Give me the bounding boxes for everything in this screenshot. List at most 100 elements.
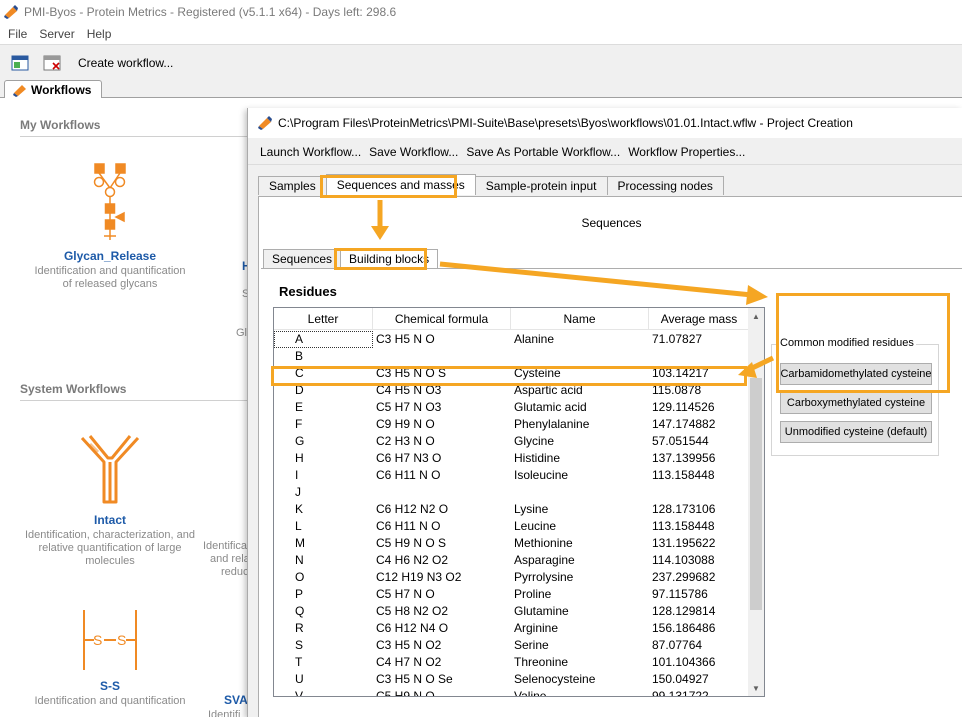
- cell-name[interactable]: Serine: [511, 637, 649, 654]
- open-project-button[interactable]: [8, 51, 32, 75]
- cell-letter[interactable]: E: [274, 399, 373, 416]
- menu-help[interactable]: Help: [87, 27, 112, 41]
- table-row[interactable]: K C6 H12 N2 O Lysine 128.173106: [274, 501, 749, 518]
- cell-name[interactable]: Isoleucine: [511, 467, 649, 484]
- cell-formula[interactable]: C4 H7 N O2: [373, 654, 511, 671]
- cell-mass[interactable]: 128.173106: [649, 501, 749, 518]
- cell-mass[interactable]: [649, 348, 749, 365]
- cell-formula[interactable]: C5 H8 N2 O2: [373, 603, 511, 620]
- cell-name[interactable]: Glutamine: [511, 603, 649, 620]
- subtab-sequences[interactable]: Sequences: [263, 249, 342, 268]
- cell-letter[interactable]: A: [274, 331, 373, 348]
- workflow-name-partial[interactable]: SVA: [224, 693, 248, 707]
- cell-mass[interactable]: 97.115786: [649, 586, 749, 603]
- cell-letter[interactable]: K: [274, 501, 373, 518]
- workflow-card-s-s[interactable]: S S S-S Identification and quantificatio…: [20, 608, 200, 708]
- cell-mass[interactable]: 147.174882: [649, 416, 749, 433]
- scroll-thumb[interactable]: [750, 378, 762, 610]
- cell-mass[interactable]: 128.129814: [649, 603, 749, 620]
- menu-server[interactable]: Server: [39, 27, 74, 41]
- cell-letter[interactable]: O: [274, 569, 373, 586]
- cell-letter[interactable]: V: [274, 688, 373, 696]
- launch-workflow-button[interactable]: Launch Workflow...: [260, 145, 361, 159]
- save-portable-workflow-button[interactable]: Save As Portable Workflow...: [466, 145, 620, 159]
- create-workflow-button[interactable]: Create workflow...: [78, 56, 173, 70]
- cell-name[interactable]: Lysine: [511, 501, 649, 518]
- cell-mass[interactable]: 137.139956: [649, 450, 749, 467]
- cell-formula[interactable]: C4 H6 N2 O2: [373, 552, 511, 569]
- cell-mass[interactable]: 87.07764: [649, 637, 749, 654]
- cell-name[interactable]: Histidine: [511, 450, 649, 467]
- cell-mass[interactable]: 129.114526: [649, 399, 749, 416]
- table-row[interactable]: R C6 H12 N4 O Arginine 156.186486: [274, 620, 749, 637]
- cell-mass[interactable]: 101.104366: [649, 654, 749, 671]
- cell-formula[interactable]: C9 H9 N O: [373, 416, 511, 433]
- cell-letter[interactable]: I: [274, 467, 373, 484]
- cell-letter[interactable]: N: [274, 552, 373, 569]
- workflow-card-intact[interactable]: Intact Identification, characterization,…: [20, 432, 200, 568]
- table-row[interactable]: A C3 H5 N O Alanine 71.07827: [274, 331, 749, 348]
- carboxymethylated-cysteine-button[interactable]: Carboxymethylated cysteine: [780, 392, 932, 414]
- table-row[interactable]: G C2 H3 N O Glycine 57.051544: [274, 433, 749, 450]
- cell-name[interactable]: Proline: [511, 586, 649, 603]
- column-header-formula[interactable]: Chemical formula: [373, 308, 511, 330]
- cell-formula[interactable]: C6 H11 N O: [373, 467, 511, 484]
- cell-formula[interactable]: C5 H9 N O: [373, 688, 511, 696]
- table-row[interactable]: B: [274, 348, 749, 365]
- cell-formula[interactable]: C5 H7 N O3: [373, 399, 511, 416]
- table-row[interactable]: F C9 H9 N O Phenylalanine 147.174882: [274, 416, 749, 433]
- cell-name[interactable]: Glycine: [511, 433, 649, 450]
- tab-workflows[interactable]: Workflows: [4, 80, 103, 99]
- cell-letter[interactable]: S: [274, 637, 373, 654]
- cell-name[interactable]: Alanine: [511, 331, 649, 348]
- cell-formula[interactable]: C3 H5 N O2: [373, 637, 511, 654]
- cell-mass[interactable]: 131.195622: [649, 535, 749, 552]
- cell-name[interactable]: Methionine: [511, 535, 649, 552]
- cell-mass[interactable]: 156.186486: [649, 620, 749, 637]
- cell-name[interactable]: Leucine: [511, 518, 649, 535]
- cell-formula[interactable]: C6 H12 N2 O: [373, 501, 511, 518]
- cell-mass[interactable]: 237.299682: [649, 569, 749, 586]
- cell-mass[interactable]: 99.131722: [649, 688, 749, 696]
- cell-name[interactable]: [511, 484, 649, 501]
- cell-name[interactable]: Selenocysteine: [511, 671, 649, 688]
- cell-name[interactable]: Glutamic acid: [511, 399, 649, 416]
- table-scrollbar[interactable]: ▲ ▼: [748, 308, 764, 696]
- cell-name[interactable]: Threonine: [511, 654, 649, 671]
- table-row[interactable]: M C5 H9 N O S Methionine 131.195622: [274, 535, 749, 552]
- table-row[interactable]: L C6 H11 N O Leucine 113.158448: [274, 518, 749, 535]
- cell-formula[interactable]: C12 H19 N3 O2: [373, 569, 511, 586]
- cell-letter[interactable]: H: [274, 450, 373, 467]
- workflow-name[interactable]: Intact: [20, 513, 200, 527]
- cell-letter[interactable]: L: [274, 518, 373, 535]
- cell-letter[interactable]: F: [274, 416, 373, 433]
- tab-sample-protein-input[interactable]: Sample-protein input: [474, 176, 608, 195]
- cell-formula[interactable]: C3 H5 N O Se: [373, 671, 511, 688]
- workflow-card-glycan-release[interactable]: Glycan_Release Identification and quanti…: [20, 160, 200, 291]
- cell-formula[interactable]: [373, 484, 511, 501]
- table-row[interactable]: V C5 H9 N O Valine 99.131722: [274, 688, 749, 696]
- cell-letter[interactable]: B: [274, 348, 373, 365]
- cell-mass[interactable]: 113.158448: [649, 518, 749, 535]
- cell-name[interactable]: [511, 348, 649, 365]
- cell-letter[interactable]: Q: [274, 603, 373, 620]
- cell-mass[interactable]: 113.158448: [649, 467, 749, 484]
- save-workflow-button[interactable]: Save Workflow...: [369, 145, 458, 159]
- cell-formula[interactable]: C5 H9 N O S: [373, 535, 511, 552]
- cell-formula[interactable]: C6 H7 N3 O: [373, 450, 511, 467]
- close-project-button[interactable]: [40, 51, 64, 75]
- cell-formula[interactable]: C5 H7 N O: [373, 586, 511, 603]
- unmodified-cysteine-button[interactable]: Unmodified cysteine (default): [780, 421, 932, 443]
- cell-formula[interactable]: C6 H12 N4 O: [373, 620, 511, 637]
- cell-mass[interactable]: 71.07827: [649, 331, 749, 348]
- cell-letter[interactable]: M: [274, 535, 373, 552]
- scroll-down-icon[interactable]: ▼: [748, 680, 764, 696]
- table-row[interactable]: N C4 H6 N2 O2 Asparagine 114.103088: [274, 552, 749, 569]
- cell-letter[interactable]: U: [274, 671, 373, 688]
- cell-letter[interactable]: G: [274, 433, 373, 450]
- column-header-name[interactable]: Name: [511, 308, 649, 330]
- column-header-mass[interactable]: Average mass: [649, 308, 749, 330]
- tab-processing-nodes[interactable]: Processing nodes: [606, 176, 724, 195]
- table-row[interactable]: T C4 H7 N O2 Threonine 101.104366: [274, 654, 749, 671]
- cell-letter[interactable]: P: [274, 586, 373, 603]
